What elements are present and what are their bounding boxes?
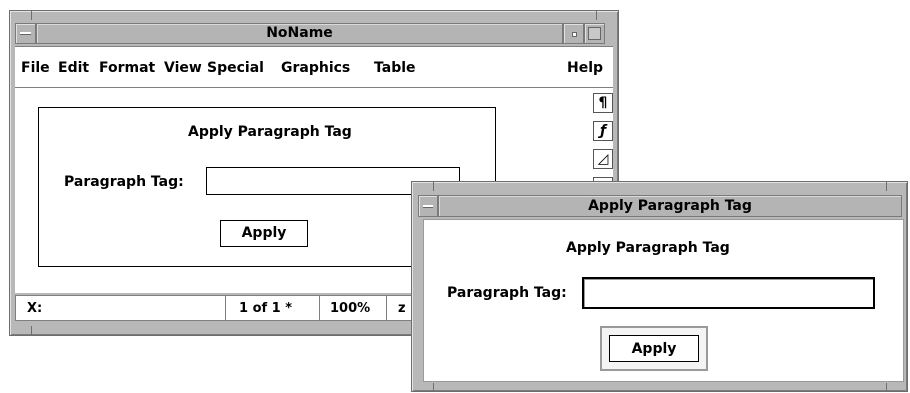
menu-edit[interactable]: Edit [58, 60, 89, 76]
dialog-paragraph-tag-label: Paragraph Tag: [447, 285, 567, 301]
menu-bar: File Edit Format View Special Graphics T… [15, 46, 613, 88]
main-window-resize-tick [31, 10, 32, 20]
window-menu-icon [20, 32, 31, 35]
status-divider [319, 296, 320, 320]
status-zoom[interactable]: 100% [330, 301, 370, 316]
window-menu-icon [423, 205, 433, 208]
embedded-paragraph-tag-label: Paragraph Tag: [64, 174, 184, 190]
dialog-heading: Apply Paragraph Tag [566, 240, 730, 256]
minimize-icon [572, 32, 577, 37]
dialog-window-menu-button[interactable] [418, 195, 438, 217]
menu-table[interactable]: Table [374, 60, 416, 76]
dialog-paragraph-tag-input[interactable] [582, 277, 875, 309]
status-z: z [398, 301, 406, 316]
triangle-icon[interactable]: ◿ [593, 149, 613, 169]
maximize-icon [588, 27, 601, 40]
status-divider [225, 296, 226, 320]
dialog-resize-tick [886, 181, 887, 191]
embedded-panel-heading: Apply Paragraph Tag [188, 124, 352, 140]
function-icon[interactable]: ƒ [593, 121, 613, 141]
dialog-apply-button[interactable]: Apply [600, 326, 708, 371]
main-window-resize-tick [31, 326, 32, 336]
menu-file[interactable]: File [21, 60, 50, 76]
main-window-titlebar[interactable]: NoName [36, 23, 563, 44]
status-x-label: X: [27, 301, 43, 316]
minimize-button[interactable] [563, 23, 584, 44]
dialog-apply-button-face: Apply [609, 335, 699, 362]
maximize-button[interactable] [584, 23, 605, 44]
embedded-apply-button[interactable]: Apply [220, 220, 308, 247]
dialog-resize-tick [433, 383, 434, 392]
main-window-title: NoName [266, 25, 333, 41]
pilcrow-icon[interactable]: ¶ [593, 93, 613, 113]
dialog-titlebar[interactable]: Apply Paragraph Tag [438, 195, 902, 217]
menu-special[interactable]: Special [207, 60, 264, 76]
menu-format[interactable]: Format [99, 60, 155, 76]
dialog-resize-tick [433, 181, 434, 191]
embedded-apply-button-label: Apply [241, 225, 287, 241]
main-window-resize-tick [596, 10, 597, 20]
dialog-apply-button-label: Apply [631, 341, 677, 357]
menu-graphics[interactable]: Graphics [281, 60, 350, 76]
dialog-title: Apply Paragraph Tag [588, 198, 752, 214]
status-page: 1 of 1 * [239, 301, 293, 316]
status-divider [386, 296, 387, 320]
dialog-resize-tick [886, 383, 887, 392]
window-menu-button[interactable] [15, 23, 36, 44]
menu-help[interactable]: Help [567, 60, 603, 76]
menu-view[interactable]: View [164, 60, 202, 76]
